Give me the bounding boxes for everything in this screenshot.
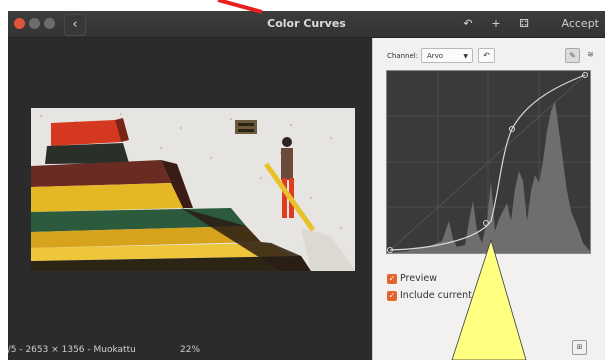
preview-label: Preview bbox=[400, 273, 437, 284]
accept-button[interactable]: Accept bbox=[562, 15, 600, 33]
close-icon[interactable] bbox=[14, 18, 25, 29]
preview-option[interactable]: ✓ Preview bbox=[387, 273, 437, 287]
photo-preview bbox=[31, 108, 355, 271]
app-window: ‹ Color Curves ↶ + ⚃ Accept 1/5 - 2653 ×… bbox=[8, 11, 605, 360]
status-bar: 1/5 - 2653 × 1356 - Muokattu 22% bbox=[8, 340, 372, 360]
grid-view-button[interactable]: ⊞ bbox=[572, 340, 587, 355]
include-label-tail: el bbox=[493, 290, 503, 301]
reset-curve-button[interactable]: ↶ bbox=[478, 48, 495, 63]
curves-panel: Channel: Arvo ▼ ↶ ✎ ≋ ✓ Preview ✓ Includ… bbox=[372, 38, 605, 360]
image-info: 1/5 - 2653 × 1356 - Muokattu bbox=[8, 345, 136, 355]
channel-select[interactable]: Arvo ▼ bbox=[421, 48, 473, 63]
include-option[interactable]: ✓ Include current el bbox=[387, 290, 502, 304]
curve-mode-icon[interactable]: ✎ bbox=[565, 48, 580, 63]
grid-icon[interactable]: ⚃ bbox=[516, 16, 532, 32]
channel-label: Channel: bbox=[387, 52, 419, 60]
image-viewer bbox=[8, 38, 372, 340]
maximize-icon[interactable] bbox=[44, 18, 55, 29]
preview-checkbox[interactable]: ✓ bbox=[387, 273, 397, 284]
curve-canvas[interactable] bbox=[386, 70, 591, 254]
include-label: Include current bbox=[400, 290, 472, 301]
back-button[interactable]: ‹ bbox=[64, 14, 86, 36]
add-icon[interactable]: + bbox=[488, 16, 504, 32]
titlebar: ‹ Color Curves ↶ + ⚃ Accept bbox=[8, 11, 605, 38]
zoom-level: 22% bbox=[180, 345, 201, 355]
rotate-icon[interactable]: ↶ bbox=[460, 16, 476, 32]
freehand-mode-icon[interactable]: ≋ bbox=[583, 48, 598, 63]
back-icon: ‹ bbox=[72, 17, 78, 32]
include-checkbox[interactable]: ✓ bbox=[387, 290, 397, 301]
minimize-icon[interactable] bbox=[29, 18, 40, 29]
channel-value: Arvo bbox=[427, 52, 444, 60]
curve-editor[interactable] bbox=[386, 70, 591, 254]
reset-icon: ↶ bbox=[483, 51, 490, 60]
chevron-down-icon: ▼ bbox=[463, 53, 468, 60]
photo-image bbox=[31, 108, 355, 271]
